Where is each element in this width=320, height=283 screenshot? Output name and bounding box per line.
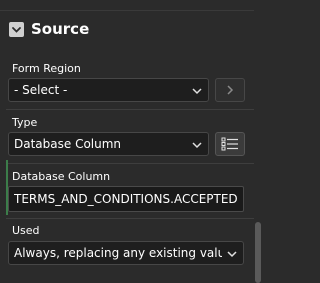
chevron-down-icon bbox=[227, 251, 237, 258]
chevron-down-icon[interactable] bbox=[9, 22, 24, 37]
used-label: Used bbox=[12, 224, 40, 237]
form-region-value: - Select - bbox=[14, 83, 68, 97]
divider bbox=[6, 109, 255, 110]
form-region-go-button[interactable] bbox=[215, 78, 245, 102]
type-list-button[interactable] bbox=[215, 132, 245, 156]
divider bbox=[6, 218, 255, 219]
form-region-select[interactable]: - Select - bbox=[8, 78, 209, 102]
property-panel: Source Form Region - Select - Type Datab… bbox=[0, 0, 262, 283]
list-icon bbox=[221, 137, 238, 151]
form-region-label: Form Region bbox=[12, 62, 81, 75]
database-column-field[interactable] bbox=[8, 186, 244, 212]
divider bbox=[6, 163, 255, 164]
type-value: Database Column bbox=[14, 137, 122, 151]
used-select[interactable]: Always, replacing any existing value in … bbox=[8, 241, 244, 265]
section-title: Source bbox=[31, 20, 90, 38]
chevron-right-icon bbox=[227, 85, 234, 95]
type-label: Type bbox=[12, 116, 38, 129]
chevron-down-icon bbox=[192, 88, 202, 95]
source-section-header[interactable]: Source bbox=[0, 11, 262, 49]
type-select[interactable]: Database Column bbox=[8, 132, 209, 156]
chevron-down-icon bbox=[192, 142, 202, 149]
used-value: Always, replacing any existing value in … bbox=[14, 246, 222, 260]
scrollbar-thumb[interactable] bbox=[255, 222, 261, 283]
database-column-input[interactable] bbox=[9, 187, 243, 211]
database-column-label: Database Column bbox=[12, 170, 111, 183]
panel-top-strip bbox=[0, 0, 262, 11]
